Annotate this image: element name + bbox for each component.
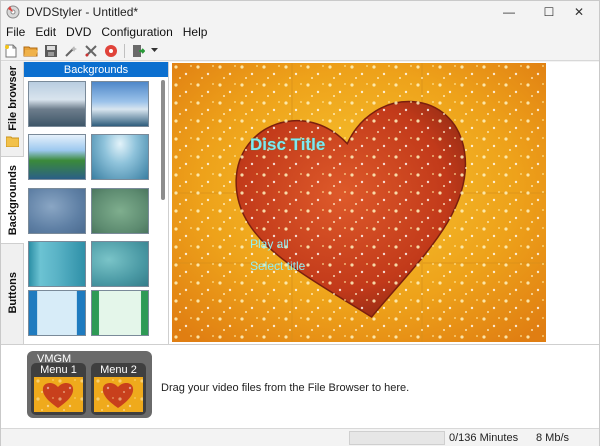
export-button[interactable]	[128, 42, 148, 60]
settings-icon	[85, 44, 97, 57]
select-title-button[interactable]: Select title	[250, 259, 305, 273]
duration-status: 0/136 Minutes	[449, 432, 519, 444]
background-thumbnail[interactable]	[28, 134, 86, 180]
menu-1-thumbnail	[34, 377, 83, 412]
background-thumbnail[interactable]	[91, 241, 149, 287]
tab-file-browser-label: File browser	[6, 65, 19, 131]
export-icon	[133, 44, 145, 57]
menu-2-card[interactable]: Menu 2	[91, 363, 146, 415]
background-thumbnail[interactable]	[28, 241, 86, 287]
background-thumbnail[interactable]	[91, 188, 149, 234]
menu-dvd[interactable]: DVD	[61, 25, 96, 39]
minimize-button[interactable]: —	[489, 1, 529, 23]
background-thumbnail[interactable]	[28, 81, 86, 127]
window-title: DVDStyler - Untitled*	[26, 5, 139, 19]
background-thumbnail[interactable]	[91, 290, 149, 336]
close-icon: ✕	[573, 5, 585, 19]
backgrounds-header: Backgrounds	[24, 62, 168, 77]
menu-file[interactable]: File	[1, 25, 30, 39]
tab-backgrounds-label: Backgrounds	[6, 164, 19, 236]
background-thumbnail[interactable]	[28, 290, 86, 336]
new-file-icon	[5, 44, 17, 57]
drag-hint-text: Drag your video files from the File Brow…	[161, 382, 410, 394]
background-thumbnail[interactable]	[91, 81, 149, 127]
bitrate-status: 8 Mb/s	[536, 432, 570, 444]
titleset-manager: VMGM Menu 1 Menu 2 Drag your video files…	[1, 344, 599, 428]
disc-usage-progress	[349, 431, 445, 445]
background-thumbnail[interactable]	[28, 188, 86, 234]
title-bar: DVDStyler - Untitled* — ☐ ✕	[1, 1, 599, 23]
wizard-button[interactable]	[61, 42, 81, 60]
backgrounds-scrollbar[interactable]	[161, 80, 165, 200]
settings-button[interactable]	[81, 42, 101, 60]
dvdstyler-app-icon	[6, 5, 20, 19]
play-all-button[interactable]: Play all	[250, 237, 289, 251]
close-button[interactable]: ✕	[559, 1, 599, 23]
new-button[interactable]	[1, 42, 21, 60]
dropdown-arrow-icon	[150, 48, 158, 52]
menu-configuration[interactable]: Configuration	[96, 25, 177, 39]
burn-icon	[105, 44, 117, 57]
tab-buttons-label: Buttons	[6, 272, 19, 314]
menu-editor-area: Disc Title Play all Select title	[169, 62, 599, 344]
menu-help[interactable]: Help	[178, 25, 213, 39]
tab-file-browser[interactable]: File browser	[1, 62, 24, 134]
burn-button[interactable]	[101, 42, 121, 60]
toolbar	[1, 41, 599, 61]
status-bar: 0/136 Minutes 8 Mb/s	[1, 428, 599, 446]
export-dropdown-button[interactable]	[148, 42, 160, 60]
minimize-icon: —	[503, 5, 515, 19]
backgrounds-panel: Backgrounds	[24, 62, 169, 344]
vmgm-group: VMGM Menu 1 Menu 2	[27, 351, 152, 418]
background-thumbnail[interactable]	[91, 134, 149, 180]
menu-2-label: Menu 2	[100, 364, 137, 376]
disc-title-text[interactable]: Disc Title	[250, 135, 325, 155]
toolbar-separator	[124, 43, 125, 58]
heart-background-image	[172, 63, 546, 342]
app-window: DVDStyler - Untitled* — ☐ ✕ File Edit DV…	[0, 0, 600, 446]
menu-edit[interactable]: Edit	[30, 25, 61, 39]
menu-1-label: Menu 1	[40, 364, 77, 376]
open-button[interactable]	[21, 42, 41, 60]
menu-2-thumbnail	[94, 377, 143, 412]
side-tabs: File browser Backgrounds Buttons	[1, 62, 24, 344]
maximize-icon: ☐	[543, 5, 555, 19]
menu-1-card[interactable]: Menu 1	[31, 363, 86, 415]
menu-canvas[interactable]: Disc Title Play all Select title	[172, 63, 546, 342]
open-folder-icon	[23, 46, 38, 56]
save-icon	[45, 44, 57, 57]
save-button[interactable]	[41, 42, 61, 60]
wizard-icon	[65, 45, 77, 57]
folder-icon	[5, 136, 20, 150]
tab-buttons[interactable]: Buttons	[1, 258, 24, 328]
tab-backgrounds[interactable]: Backgrounds	[1, 156, 24, 244]
menu-bar: File Edit DVD Configuration Help	[1, 23, 599, 41]
